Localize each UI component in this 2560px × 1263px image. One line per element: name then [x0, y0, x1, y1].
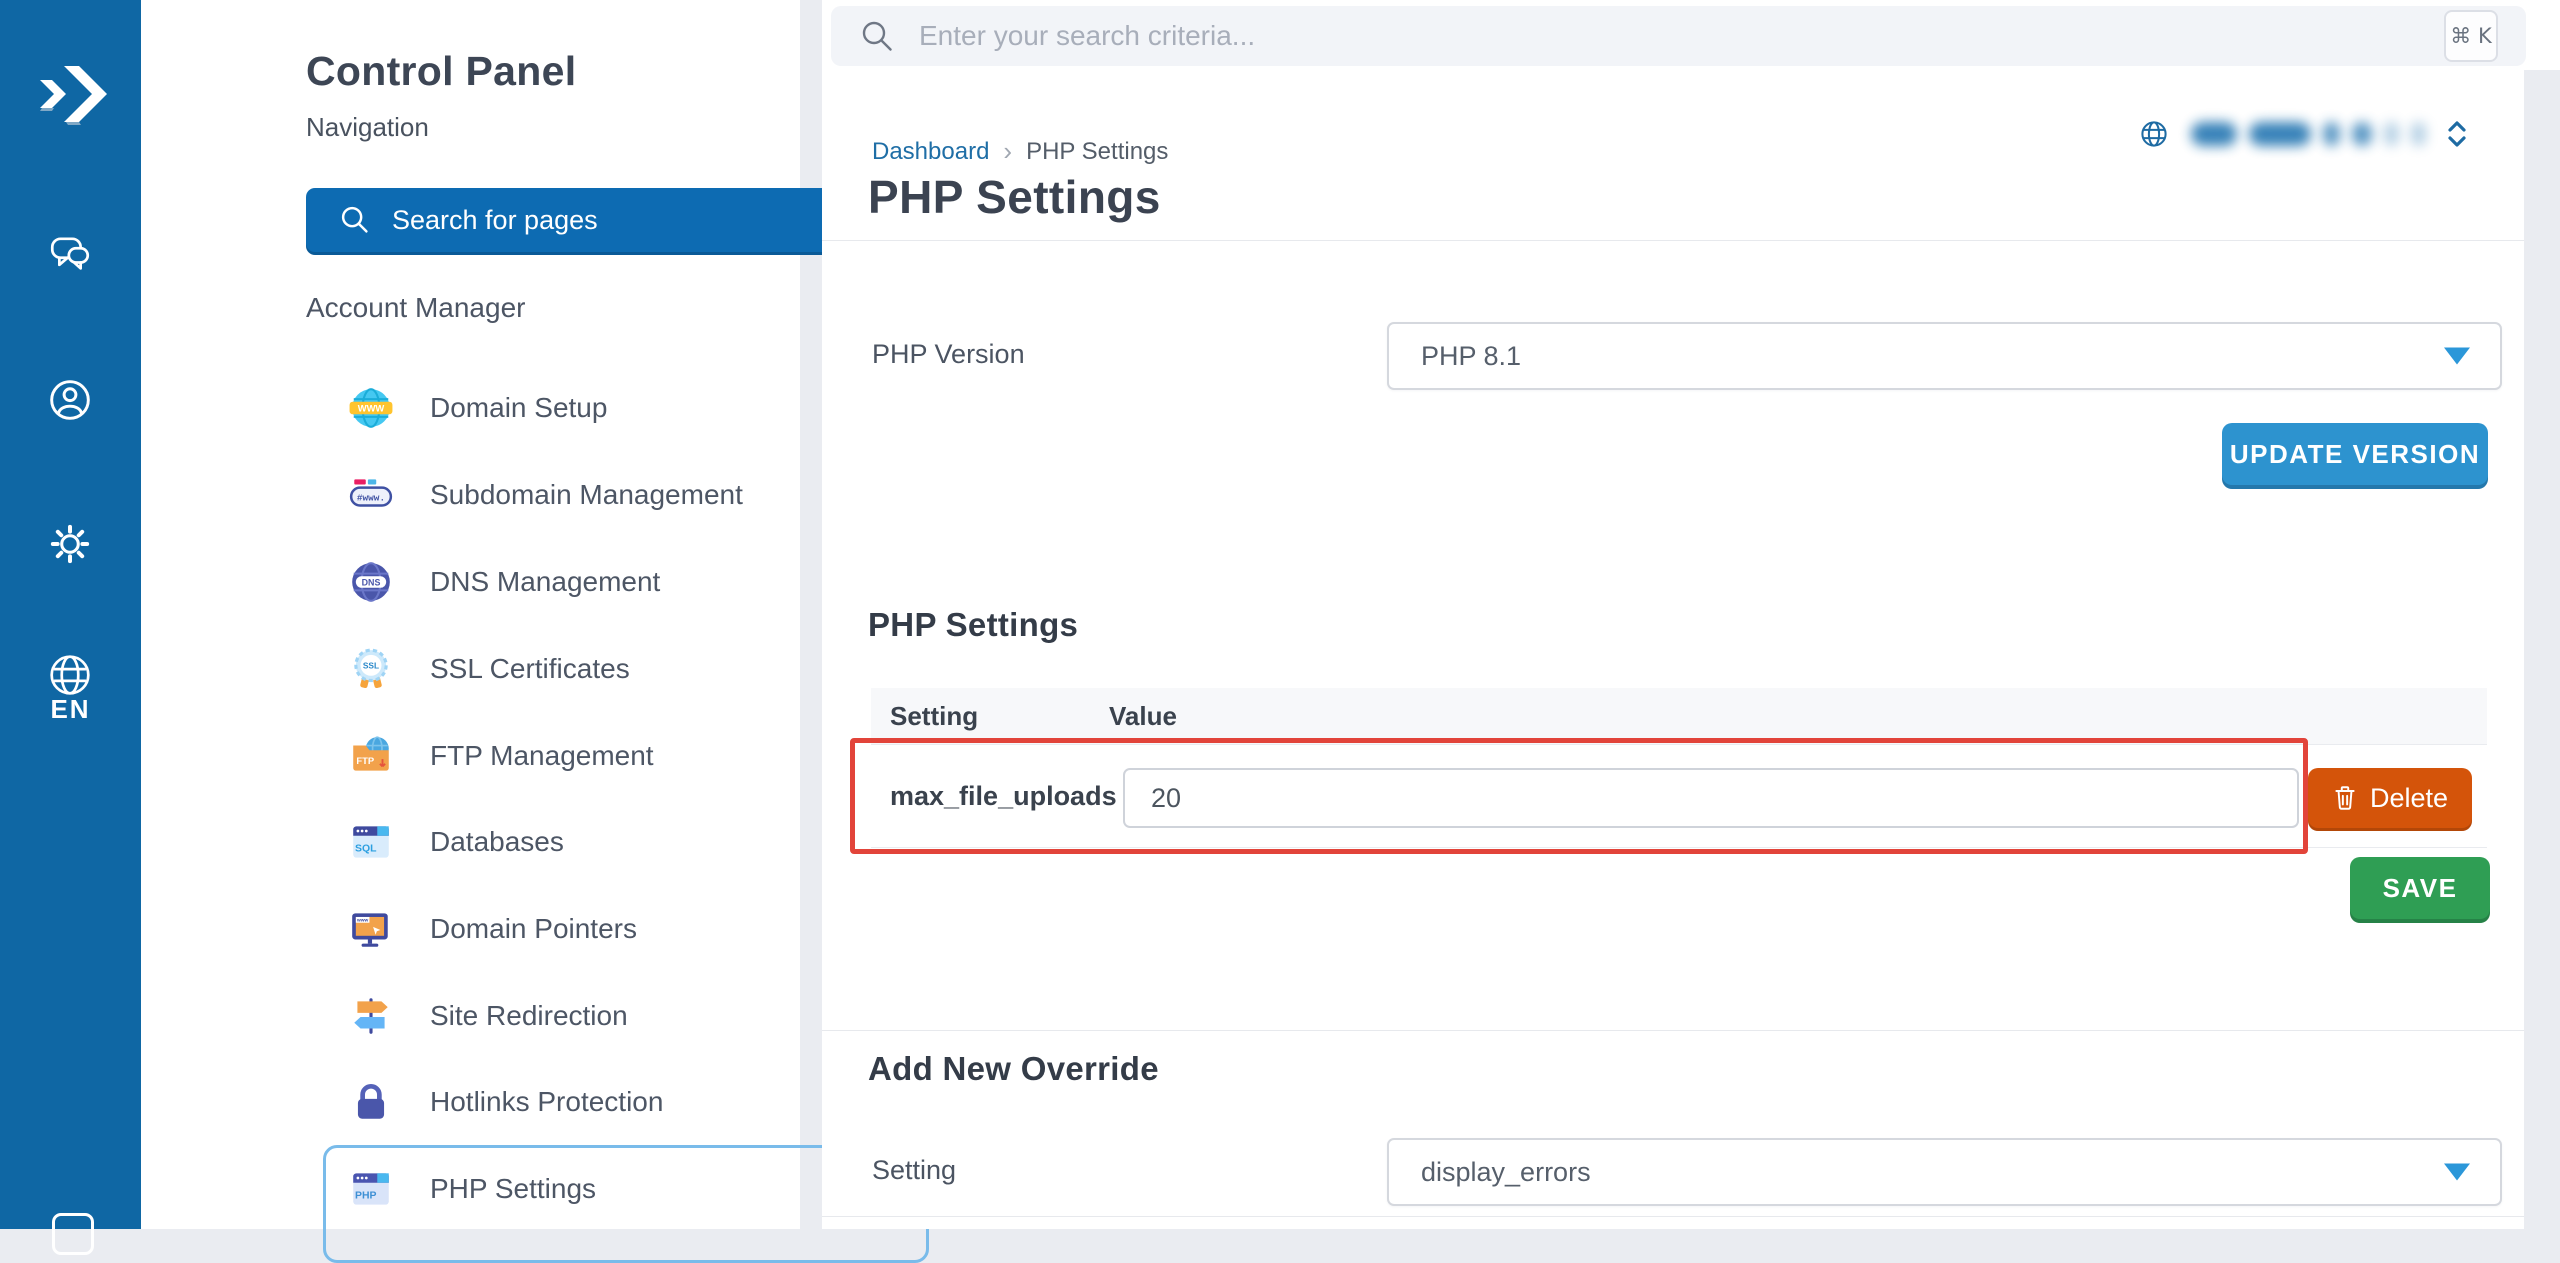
- chat-button[interactable]: [40, 223, 100, 283]
- gear-icon: [44, 518, 96, 570]
- chat-icon: [44, 227, 96, 279]
- add-override-heading: Add New Override: [868, 1050, 1159, 1088]
- redacted-text-blob: [2323, 122, 2340, 146]
- svg-text:www: www: [356, 919, 368, 924]
- column-header-setting: Setting: [890, 701, 978, 732]
- svg-text:SQL: SQL: [355, 843, 377, 854]
- search-icon: [336, 201, 374, 239]
- dns-globe-icon: DNS: [348, 559, 394, 605]
- dropdown-caret-icon: [2444, 1164, 2470, 1181]
- redacted-text-blob: [2249, 122, 2311, 146]
- dropdown-caret-icon: [2444, 348, 2470, 365]
- php-window-icon: PHP: [348, 1166, 394, 1212]
- user-button[interactable]: [40, 370, 100, 430]
- sidebar-item-label: Databases: [430, 826, 564, 858]
- divider: [822, 1030, 2524, 1031]
- sidebar-item-label: Domain Setup: [430, 392, 607, 424]
- update-version-button[interactable]: UPDATE VERSION: [2222, 423, 2488, 485]
- sidebar-item-label: Hotlinks Protection: [430, 1086, 663, 1118]
- table-header-row: Setting Value: [871, 688, 2487, 744]
- php-settings-page: { "colors": { "rail_blue": "#0f67a4", "s…: [0, 0, 2560, 1229]
- svg-text:WWW: WWW: [358, 403, 385, 414]
- app-rail: EN: [0, 0, 141, 1229]
- sidebar-item-label: FTP Management: [430, 740, 654, 772]
- svg-text:DNS: DNS: [362, 578, 381, 588]
- search-icon: [857, 16, 897, 56]
- redacted-text-blob: [2191, 122, 2237, 146]
- sidebar-item-label: DNS Management: [430, 566, 660, 598]
- php-version-label: PHP Version: [872, 322, 1025, 386]
- subdomain-pill-icon: #www.: [348, 472, 394, 518]
- override-setting-value: display_errors: [1421, 1157, 1591, 1188]
- sidebar: Control Panel Navigation Search for page…: [141, 0, 800, 1229]
- sidebar-item-label: Site Redirection: [430, 1000, 628, 1032]
- delete-label: Delete: [2370, 783, 2448, 814]
- breadcrumb-current: PHP Settings: [1026, 138, 1168, 166]
- global-search-input[interactable]: [917, 19, 2321, 53]
- main-content: Dashboard › PHP Settings PHP Settings PH…: [822, 70, 2524, 1229]
- sidebar-item-label: Subdomain Management: [430, 479, 743, 511]
- signpost-icon: [348, 993, 394, 1039]
- chevron-right-icon: ›: [1003, 136, 1012, 167]
- account-selector[interactable]: [2139, 114, 2468, 154]
- delete-button[interactable]: Delete: [2308, 768, 2472, 828]
- app-logo-icon[interactable]: [24, 42, 120, 138]
- globe-icon: [2139, 119, 2169, 149]
- breadcrumb: Dashboard › PHP Settings: [872, 136, 1168, 167]
- shortcut-badge-cmd-k: ⌘ K: [2444, 10, 2498, 62]
- setting-value-input[interactable]: [1123, 768, 2299, 828]
- svg-text:FTP: FTP: [356, 755, 374, 766]
- sidebar-item-label: PHP Settings: [430, 1173, 596, 1205]
- redacted-text-blob: [2384, 122, 2399, 146]
- override-setting-select[interactable]: display_errors: [1387, 1138, 2502, 1206]
- sidebar-search-label: Search for pages: [392, 205, 598, 236]
- redacted-text-blob: [2411, 122, 2426, 146]
- monitor-www-icon: www: [348, 906, 394, 952]
- setting-name: max_file_uploads: [890, 781, 1117, 812]
- page-title: PHP Settings: [868, 170, 1161, 224]
- sidebar-title: Control Panel: [306, 48, 576, 95]
- php-version-select[interactable]: PHP 8.1: [1387, 322, 2502, 390]
- save-button[interactable]: SAVE: [2350, 857, 2490, 919]
- ssl-badge-icon: SSL: [348, 646, 394, 692]
- php-version-value: PHP 8.1: [1421, 341, 1521, 372]
- ftp-folder-icon: FTP: [348, 733, 394, 779]
- trash-icon: [2332, 784, 2358, 812]
- breadcrumb-dashboard-link[interactable]: Dashboard: [872, 138, 989, 166]
- settings-button[interactable]: [40, 514, 100, 574]
- svg-text:SSL: SSL: [363, 660, 379, 670]
- sidebar-item-label: SSL Certificates: [430, 653, 630, 685]
- sort-chevrons-icon: [2446, 117, 2468, 151]
- padlock-icon: [348, 1079, 394, 1125]
- global-search[interactable]: ⌘ K: [831, 6, 2526, 66]
- sidebar-subtitle: Navigation: [306, 112, 429, 143]
- sql-window-icon: SQL: [348, 819, 394, 865]
- override-setting-label: Setting: [872, 1138, 956, 1202]
- divider: [822, 240, 2524, 241]
- top-bar: ⌘ K: [822, 0, 2560, 70]
- globe-www-icon: WWW: [348, 385, 394, 431]
- section-label: Account Manager: [306, 292, 525, 324]
- redacted-text-blob: [2352, 122, 2372, 146]
- rail-bottom-partial-icon[interactable]: [52, 1213, 94, 1255]
- divider: [822, 1216, 2524, 1217]
- language-code[interactable]: EN: [0, 694, 141, 725]
- column-header-value: Value: [1109, 701, 1177, 732]
- sidebar-item-label: Domain Pointers: [430, 913, 637, 945]
- user-icon: [44, 374, 96, 426]
- svg-text:PHP: PHP: [355, 1190, 376, 1201]
- php-settings-heading: PHP Settings: [868, 606, 1078, 644]
- svg-text:#www.: #www.: [357, 493, 385, 504]
